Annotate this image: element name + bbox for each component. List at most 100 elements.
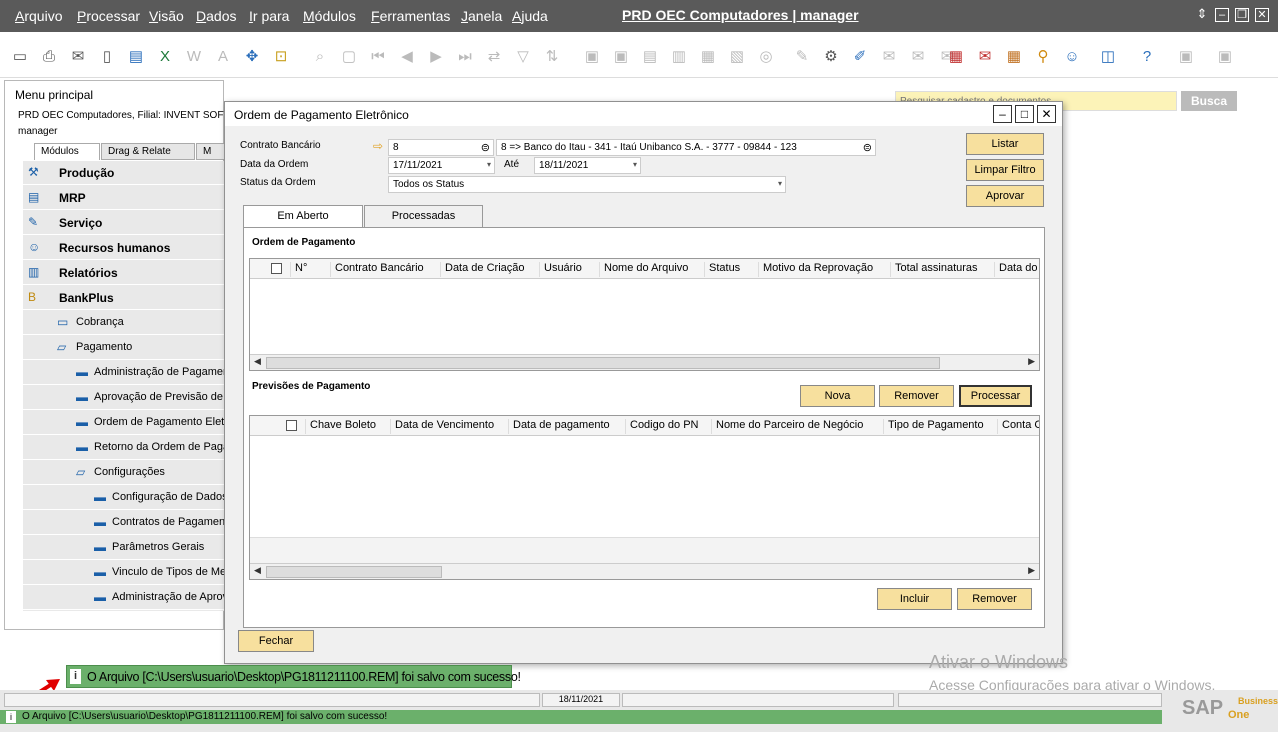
dropdown-arrow-icon[interactable]: ▾ [778, 179, 782, 188]
menu-janela[interactable]: Janela [461, 8, 502, 24]
col-total-assinaturas[interactable]: Total assinaturas [890, 262, 978, 277]
folder-cobranca[interactable]: ▭ Cobrança [23, 311, 225, 335]
item-ordem-pagamento[interactable]: ▬ Ordem de Pagamento Eletrônico [23, 411, 225, 435]
data-de-field[interactable]: 17/11/2021 ▾ [388, 157, 495, 174]
tab-modulos[interactable]: Módulos [34, 143, 100, 160]
menu-processar[interactable]: Processar [77, 8, 140, 24]
scroll-left-icon[interactable]: ◀ [254, 356, 261, 367]
journal-icon[interactable]: ▥ [669, 47, 689, 67]
scroll-thumb[interactable] [266, 357, 940, 369]
col-data-do[interactable]: Data do [994, 262, 1038, 277]
col-motivo[interactable]: Motivo da Reprovação [758, 262, 873, 277]
add-icon[interactable]: ▢ [339, 47, 359, 67]
excel-icon[interactable]: X [155, 47, 175, 67]
pdf-icon[interactable]: A [213, 47, 233, 67]
sms-icon[interactable]: ▯ [97, 47, 117, 67]
browser-icon[interactable]: ◫ [1098, 47, 1118, 67]
nova-button[interactable]: Nova [800, 385, 875, 407]
minimize-icon[interactable]: – [993, 105, 1012, 123]
word-icon[interactable]: W [184, 47, 204, 67]
maximize-icon[interactable]: □ [1015, 105, 1034, 123]
col-contrato[interactable]: Contrato Bancário [330, 262, 424, 277]
dropdown-arrow-icon[interactable]: ▾ [487, 160, 491, 169]
item-vinculo-tipos[interactable]: ▬ Vinculo de Tipos de Meio [23, 561, 225, 585]
mail-alert-icon[interactable]: ✉ [975, 47, 995, 67]
col-conta[interactable]: Conta C [997, 419, 1039, 434]
col-data-criacao[interactable]: Data de Criação [440, 262, 525, 277]
limpar-filtro-button[interactable]: Limpar Filtro [966, 159, 1044, 181]
menu-arquivo[interactable]: Arquivo [15, 8, 62, 24]
tab-drag-relate[interactable]: Drag & Relate [101, 143, 195, 160]
item-administracao-aprovacao[interactable]: ▬ Administração de Aprovação [23, 586, 225, 610]
close-icon[interactable]: ✕ [1037, 105, 1056, 123]
list-icon[interactable]: ⊜ [481, 141, 490, 154]
close-icon[interactable]: ✕ [1255, 8, 1269, 22]
sort-icon[interactable]: ⇅ [542, 47, 562, 67]
menu-ferramentas[interactable]: Ferramentas [371, 8, 450, 24]
scroll-right-icon[interactable]: ▶ [1028, 565, 1035, 576]
payment-icon[interactable]: ▦ [698, 47, 718, 67]
item-parametros-gerais[interactable]: ▬ Parâmetros Gerais [23, 536, 225, 560]
list-icon[interactable]: ⊜ [863, 141, 872, 154]
incluir-button[interactable]: Incluir [877, 588, 952, 610]
col-nome-arquivo[interactable]: Nome do Arquivo [599, 262, 688, 277]
contrato-field[interactable]: 8 ⊜ [388, 139, 494, 156]
previous-record-icon[interactable]: ◀ [397, 47, 417, 67]
col-data-vencimento[interactable]: Data de Vencimento [390, 419, 494, 434]
move-icon[interactable]: ✥ [242, 47, 262, 67]
menu-ajuda[interactable]: Ajuda [512, 8, 548, 24]
col-chave-boleto[interactable]: Chave Boleto [305, 419, 376, 434]
base-document-icon[interactable]: ▣ [582, 47, 602, 67]
folder-pagamento[interactable]: ▱ Pagamento [23, 336, 225, 360]
previsoes-grid[interactable]: Chave Boleto Data de Vencimento Data de … [249, 415, 1040, 580]
filter-icon[interactable]: ▽ [513, 47, 533, 67]
module-mrp[interactable]: ▤ MRP [23, 186, 225, 210]
item-retorno-ordem[interactable]: ▬ Retorno da Ordem de Pagamento [23, 436, 225, 460]
folder-configuracoes[interactable]: ▱ Configurações [23, 461, 225, 485]
user-icon[interactable]: ☺ [1062, 47, 1082, 67]
gross-profit-icon[interactable]: ▤ [640, 47, 660, 67]
select-all-checkbox[interactable] [271, 263, 282, 274]
calculator-icon[interactable]: ▦ [1004, 47, 1024, 67]
module-rh[interactable]: ☺ Recursos humanos [23, 236, 225, 260]
settings-doc-icon[interactable]: ⚙ [821, 47, 841, 67]
status-select[interactable]: Todos os Status ▾ [388, 176, 786, 193]
email-icon[interactable]: ✉ [68, 47, 88, 67]
first-record-icon[interactable]: ⏮ [368, 47, 388, 67]
item-configuracao-dados[interactable]: ▬ Configuração de Dados [23, 486, 225, 510]
form-settings-icon[interactable]: ✐ [850, 47, 870, 67]
minimize-icon[interactable]: – [1215, 8, 1229, 22]
tab-em-aberto[interactable]: Em Aberto [243, 205, 363, 228]
processar-button[interactable]: Processar [959, 385, 1032, 407]
menu-visao[interactable]: Visão [149, 8, 184, 24]
col-data-pagamento[interactable]: Data de pagamento [508, 419, 610, 434]
ordem-pagamento-grid[interactable]: N° Contrato Bancário Data de Criação Usu… [249, 258, 1040, 371]
last-record-icon[interactable]: ⏭ [455, 47, 475, 67]
menu-dados[interactable]: Dados [196, 8, 236, 24]
listar-button[interactable]: Listar [966, 133, 1044, 155]
layout-icon[interactable]: ▣ [1215, 47, 1235, 67]
col-tipo-pagamento[interactable]: Tipo de Pagamento [883, 419, 984, 434]
menu-ir-para[interactable]: Ir para [249, 8, 289, 24]
dropdown-arrow-icon[interactable]: ▾ [633, 160, 637, 169]
item-aprovacao-previsao[interactable]: ▬ Aprovação de Previsão de Pagamento [23, 386, 225, 410]
module-producao[interactable]: ⚒ Produção [23, 161, 225, 185]
horizontal-scrollbar[interactable]: ◀ ▶ [250, 354, 1039, 370]
calendar-icon[interactable]: ▦ [946, 47, 966, 67]
find-icon[interactable]: ⌕ [310, 47, 330, 67]
volume-icon[interactable]: ▧ [727, 47, 747, 67]
preview-icon[interactable]: ◎ [756, 47, 776, 67]
item-contratos-pagamento[interactable]: ▬ Contratos de Pagamento [23, 511, 225, 535]
help-icon[interactable]: ? [1137, 47, 1157, 67]
remover-previsao-button[interactable]: Remover [957, 588, 1032, 610]
tab-processadas[interactable]: Processadas [364, 205, 483, 228]
select-all-checkbox[interactable] [286, 420, 297, 431]
data-ate-field[interactable]: 18/11/2021 ▾ [534, 157, 641, 174]
message-icon[interactable]: ✉ [879, 47, 899, 67]
menu-modulos[interactable]: Módulos [303, 8, 356, 24]
org-chart-icon[interactable]: ⚲ [1033, 47, 1053, 67]
target-document-icon[interactable]: ▣ [611, 47, 631, 67]
aprovar-button[interactable]: Aprovar [966, 185, 1044, 207]
scroll-right-icon[interactable]: ▶ [1028, 356, 1035, 367]
refresh-icon[interactable]: ⇄ [484, 47, 504, 67]
